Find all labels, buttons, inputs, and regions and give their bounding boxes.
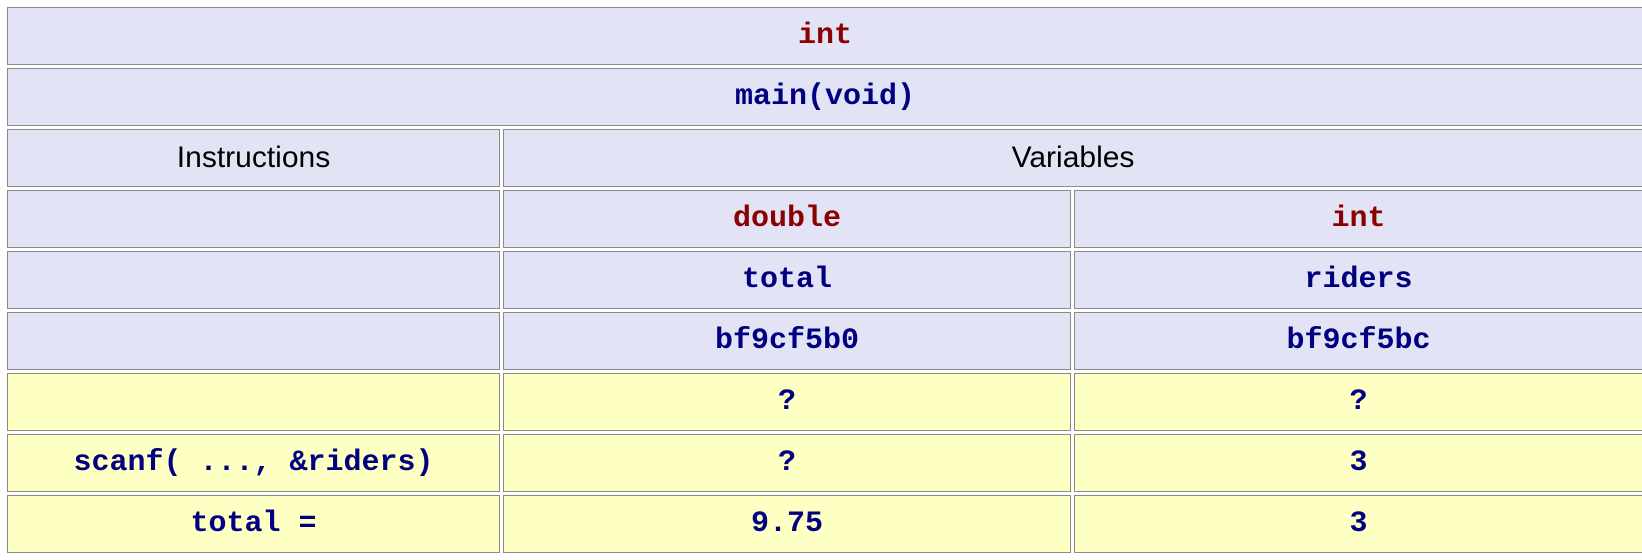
- return-type-cell: int: [7, 7, 1642, 65]
- step-instruction: total =: [7, 495, 500, 553]
- var2-type: int: [1074, 190, 1642, 248]
- step-instruction: scanf( ..., &riders): [7, 434, 500, 492]
- empty-cell: [7, 190, 500, 248]
- step-instruction: [7, 373, 500, 431]
- step-var2-value: 3: [1074, 434, 1642, 492]
- trace-table: int main(void) Instructions Variables do…: [4, 4, 1642, 556]
- instructions-header: Instructions: [7, 129, 500, 187]
- step-var1-value: ?: [503, 434, 1071, 492]
- var2-address: bf9cf5bc: [1074, 312, 1642, 370]
- var1-address: bf9cf5b0: [503, 312, 1071, 370]
- var2-name: riders: [1074, 251, 1642, 309]
- function-signature-cell: main(void): [7, 68, 1642, 126]
- variables-header: Variables: [503, 129, 1642, 187]
- step-var2-value: ?: [1074, 373, 1642, 431]
- var1-name: total: [503, 251, 1071, 309]
- step-var1-value: ?: [503, 373, 1071, 431]
- step-var1-value: 9.75: [503, 495, 1071, 553]
- var1-type: double: [503, 190, 1071, 248]
- empty-cell: [7, 251, 500, 309]
- empty-cell: [7, 312, 500, 370]
- step-var2-value: 3: [1074, 495, 1642, 553]
